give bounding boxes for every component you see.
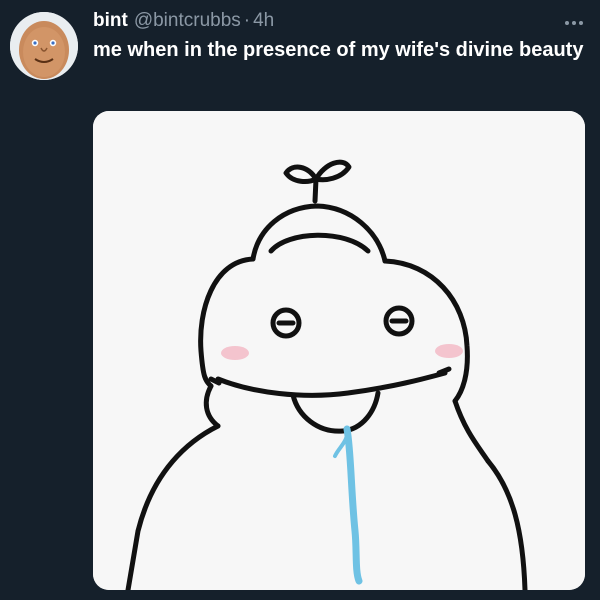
- separator-dot: ·: [243, 10, 251, 31]
- timestamp[interactable]: 4h: [253, 10, 274, 32]
- cartoon-face-avatar-icon: [10, 12, 78, 80]
- tweet-text: me when in the presence of my wife's div…: [93, 39, 584, 61]
- tweet-card: bint @bintcrubbs · 4h me when in the pre…: [0, 0, 600, 600]
- meme-character-image: [93, 111, 585, 590]
- display-name[interactable]: bint: [93, 10, 128, 32]
- user-handle[interactable]: @bintcrubbs: [134, 10, 241, 32]
- tweet-header: bint @bintcrubbs · 4h: [93, 8, 588, 34]
- tweet-media-image[interactable]: [93, 111, 585, 590]
- more-horizontal-icon[interactable]: [562, 14, 586, 32]
- user-avatar[interactable]: [10, 12, 78, 80]
